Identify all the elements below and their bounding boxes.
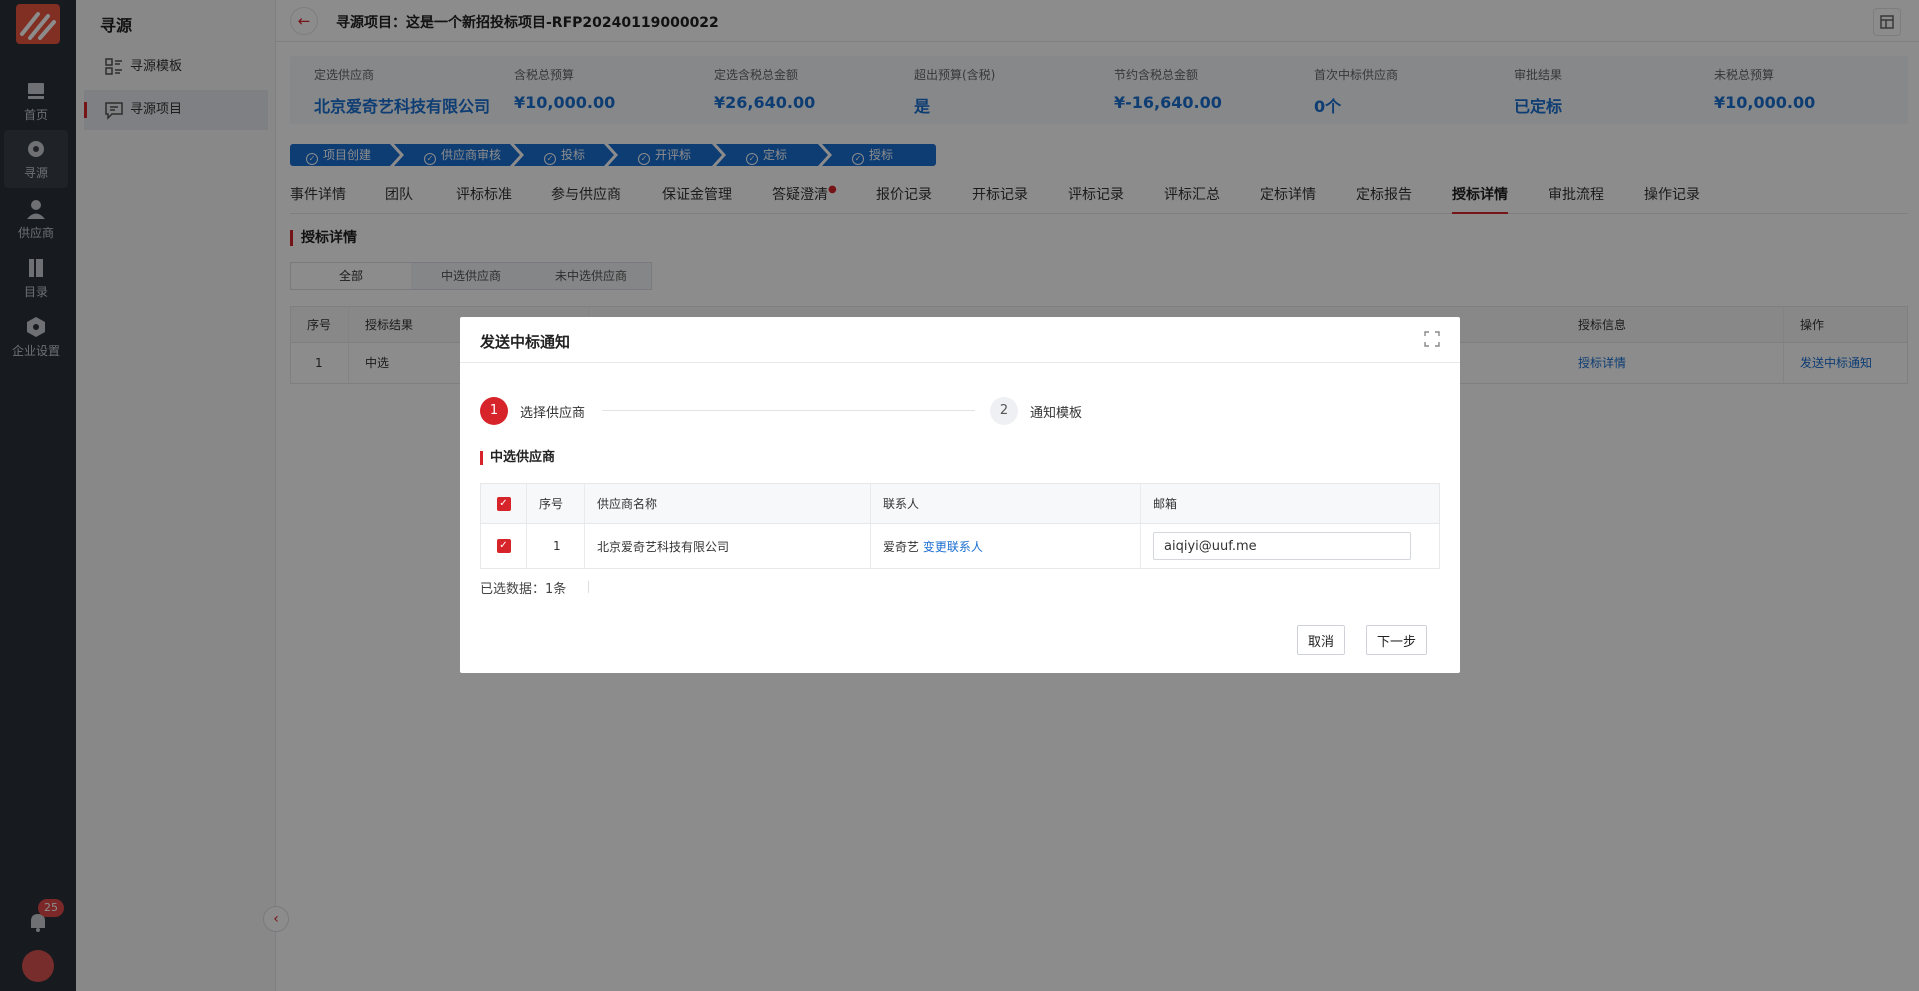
row-index: 1: [527, 524, 585, 568]
next-step-button[interactable]: 下一步: [1366, 625, 1428, 655]
checkbox-checked-icon: ✓: [496, 496, 511, 511]
wizard-step-label: 选择供应商: [520, 406, 586, 421]
email-input[interactable]: [1153, 532, 1411, 560]
row-checkbox[interactable]: ✓: [481, 524, 527, 568]
cancel-button[interactable]: 取消: [1297, 625, 1346, 655]
column-header: 联系人: [871, 484, 1141, 523]
table-row: ✓ 1 北京爱奇艺科技有限公司 爱奇艺 变更联系人: [481, 524, 1439, 568]
change-contact-link[interactable]: 变更联系人: [923, 538, 983, 555]
supplier-name: 北京爱奇艺科技有限公司: [585, 524, 871, 568]
maximize-icon[interactable]: [1424, 331, 1440, 347]
supplier-table: ✓ 序号 供应商名称 联系人 邮箱 ✓ 1 北京爱奇艺科技有限公司 爱奇艺 变更…: [480, 483, 1440, 569]
wizard-step-number: 1: [480, 397, 508, 425]
checkbox-checked-icon: ✓: [496, 539, 511, 553]
select-all-checkbox[interactable]: ✓: [481, 484, 527, 523]
wizard-step-label: 通知模板: [1030, 406, 1083, 421]
contact-name: 爱奇艺: [883, 539, 920, 554]
modal-section-title: 中选供应商: [480, 451, 555, 465]
modal-header: 发送中标通知: [460, 317, 1460, 363]
column-header: 供应商名称: [585, 484, 871, 523]
divider: [588, 581, 589, 593]
wizard-step-number: 2: [990, 397, 1018, 425]
table-header: ✓ 序号 供应商名称 联系人 邮箱: [481, 484, 1439, 524]
wizard-connector: [602, 410, 975, 411]
email-cell: [1141, 524, 1439, 568]
contact-cell: 爱奇艺 变更联系人: [871, 524, 1141, 568]
column-header: 序号: [527, 484, 585, 523]
selected-count: 已选数据：1条: [480, 582, 567, 597]
modal-title: 发送中标通知: [480, 333, 571, 351]
send-award-modal: 发送中标通知 1 选择供应商 2 通知模板 中选供应商 ✓ 序号 供应商名称 联…: [460, 317, 1460, 673]
column-header: 邮箱: [1153, 497, 1178, 511]
